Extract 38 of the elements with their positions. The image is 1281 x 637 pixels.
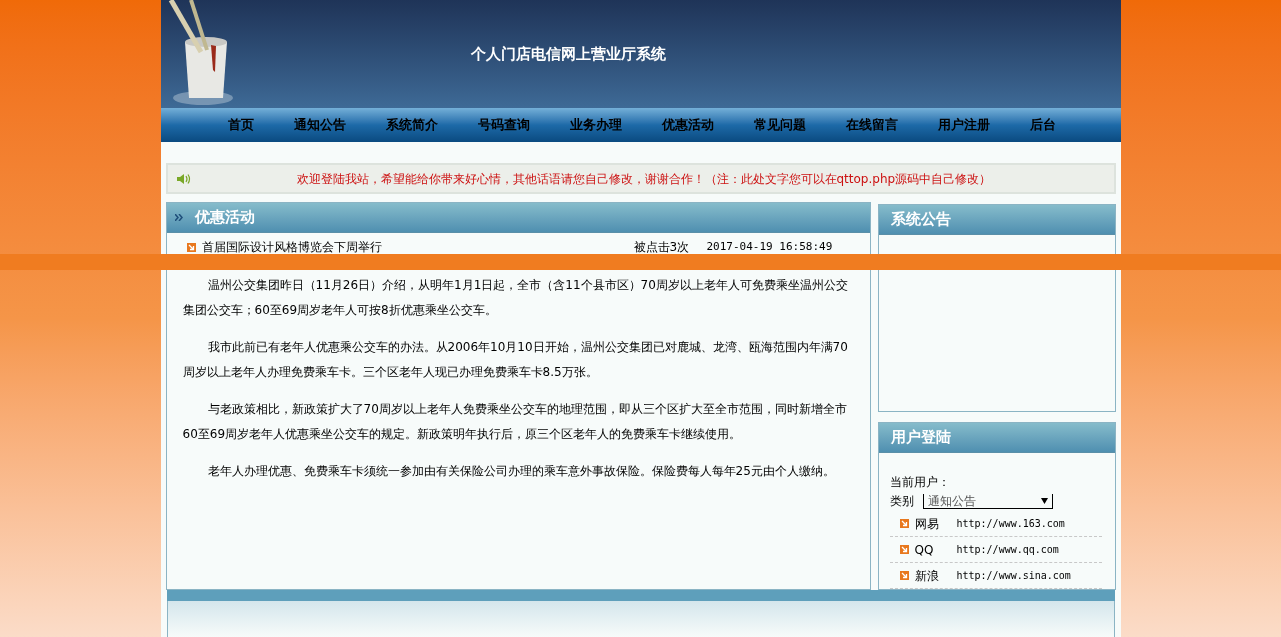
article-paragraph: 老年人办理优惠、免费乘车卡须统一参加由有关保险公司办理的乘车意外事故保险。保险费每人每年25元由个人缴纳。 xyxy=(206,463,836,480)
speaker-icon xyxy=(175,172,192,185)
article-paragraph: 温州公交集团昨日（11月26日）介绍，从明年1月1日起，全市（含11个县市区）70周岁以上老年人可免费乘坐温州公交集团公交车；60至69周岁老年人可按8折优惠乘坐公交车。 xyxy=(182,277,849,319)
article-paragraph: 与老政策相比，新政策扩大了70周岁以上老年人免费乘坐公交车的地理范围，即从三个区扩大至全市范围，同时新增全市60至69周岁老年人优惠乘坐公交车的规定。新政策明年执行后，原三个区老年人的免费乘车卡继续使用。 xyxy=(182,401,848,443)
category-select[interactable]: 通知公告 xyxy=(922,493,1053,509)
arrow-bullet-icon xyxy=(899,571,909,580)
nav-link[interactable]: 号码查询 xyxy=(477,115,530,135)
nav-link[interactable]: 通知公告 xyxy=(293,115,346,135)
nav-link[interactable]: 首页 xyxy=(227,115,254,135)
link-url[interactable]: http://www.sina.com xyxy=(956,568,1071,583)
nav-link[interactable]: 后台 xyxy=(1029,115,1056,135)
nav-link[interactable]: 用户注册 xyxy=(937,115,990,135)
panel-title: 系统公告 xyxy=(890,209,951,231)
double-chevron-icon xyxy=(174,214,183,221)
nav-link[interactable]: 系统简介 xyxy=(385,115,438,135)
link-name[interactable]: QQ xyxy=(914,540,957,559)
panel-title: 用户登陆 xyxy=(890,427,951,449)
panel-title: 优惠活动 xyxy=(194,207,255,229)
nav-link[interactable]: 业务办理 xyxy=(569,115,622,135)
nav-link[interactable]: 常见问题 xyxy=(753,115,806,135)
marquee-text: 欢迎登陆我站，希望能给你带来好心情，其他话语请您自己修改，谢谢合作！（注：此处文字您可以在qttop.php源码中自己修改） xyxy=(296,170,992,188)
article-paragraph: 我市此前已有老年人优惠乘公交车的办法。从2006年10月10日开始，温州公交集团已对鹿城、龙湾、瓯海范围内年满70周岁以上老年人办理免费乘车卡。三个区老年人现已办理免费乘车卡8.5万张。 xyxy=(182,339,849,381)
link-url[interactable]: http://www.qq.com xyxy=(956,542,1059,557)
link-name[interactable]: 网易 xyxy=(914,514,957,533)
current-user-label: 当前用户： xyxy=(889,474,951,491)
arrow-bullet-icon xyxy=(899,545,909,554)
nav-link[interactable]: 在线留言 xyxy=(845,115,898,135)
caret-icon xyxy=(1040,497,1048,504)
link-url[interactable]: http://www.163.com xyxy=(956,516,1065,531)
category-label: 类别 xyxy=(889,493,914,510)
news-date: 2017-04-19 16:58:49 xyxy=(706,238,833,255)
link-name[interactable]: 新浪 xyxy=(914,566,957,585)
site-title: 个人门店电信网上营业厅系统 xyxy=(470,44,666,65)
news-link[interactable]: 首届国际设计风格博览会下周举行 xyxy=(201,238,634,256)
arrow-bullet-icon xyxy=(899,519,909,528)
arrow-bullet-icon xyxy=(186,242,196,252)
nav-link[interactable]: 优惠活动 xyxy=(661,115,714,135)
click-count: 被点击3次 xyxy=(633,239,691,256)
